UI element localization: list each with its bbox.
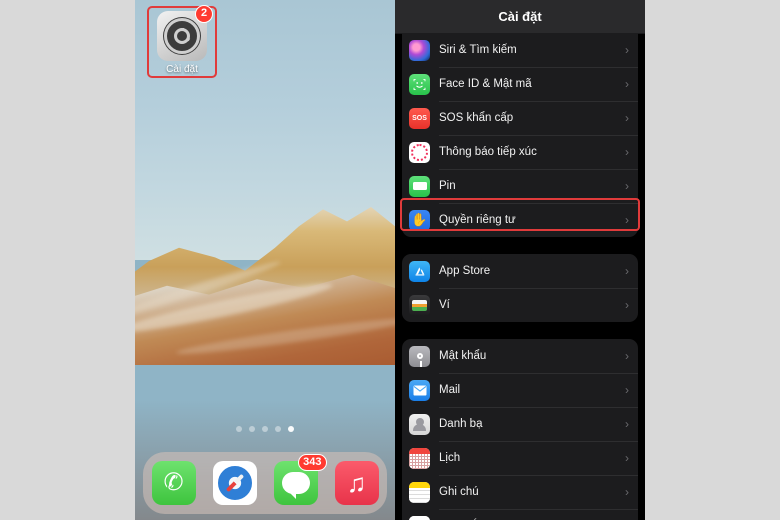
settings-row-sos[interactable]: SOS SOS khẩn cấp › <box>402 101 638 135</box>
row-label: Lịch <box>439 452 461 464</box>
settings-list: Siri & Tìm kiếm › Face ID & Mật mã › SOS <box>395 33 645 520</box>
page-dot[interactable] <box>249 426 255 432</box>
music-note-glyph: ♫ <box>346 468 367 498</box>
settings-app-icon-wrap[interactable]: 2 <box>157 5 213 61</box>
chevron-right-icon: › <box>625 145 629 159</box>
messages-badge: 343 <box>298 454 327 471</box>
key-glyph <box>416 353 423 367</box>
settings-row-mail[interactable]: Mail › <box>402 373 638 407</box>
row-label: Ví <box>439 299 450 311</box>
settings-row-contacts[interactable]: Danh bạ › <box>402 407 638 441</box>
page-dots[interactable] <box>135 426 395 432</box>
safari-needle <box>225 473 244 493</box>
settings-row-calendar[interactable]: Lịch › <box>402 441 638 475</box>
settings-row-passwords[interactable]: Mật khẩu › <box>402 339 638 373</box>
row-label: Mail <box>439 384 461 396</box>
settings-app-label: Cài đặt <box>166 64 198 75</box>
chevron-right-icon: › <box>625 298 629 312</box>
wallet-icon <box>409 294 430 316</box>
envelope-glyph <box>413 385 426 395</box>
reminders-icon <box>409 515 430 520</box>
page-dot-active[interactable] <box>288 426 294 432</box>
settings-row-faceid[interactable]: Face ID & Mật mã › <box>402 67 638 101</box>
calendar-grid <box>409 453 430 469</box>
sos-icon: SOS <box>409 107 430 129</box>
chevron-right-icon: › <box>625 264 629 278</box>
settings-panel: Cài đặt Siri & Tìm kiếm › Face ID & Mật … <box>395 0 645 520</box>
gear-glyph <box>163 17 201 55</box>
row-label: Ghi chú <box>439 486 479 498</box>
message-bubble <box>281 472 310 499</box>
iphone-home-screen: 2 Cài đặt ✆ 343 ♫ <box>135 0 395 520</box>
battery-icon <box>409 175 430 197</box>
settings-row-battery[interactable]: Pin › <box>402 169 638 203</box>
settings-header: Cài đặt <box>395 0 645 34</box>
row-label: Face ID & Mật mã <box>439 78 532 90</box>
settings-group-apps: Mật khẩu › Mail › Danh bạ › Lịch › Ghi c… <box>402 339 638 520</box>
settings-row-wallet[interactable]: Ví › <box>402 288 638 322</box>
page-title: Cài đặt <box>498 9 542 24</box>
mail-envelope-icon <box>409 379 430 401</box>
settings-row-appstore[interactable]: App Store › <box>402 254 638 288</box>
siri-icon <box>409 39 430 61</box>
messages-icon[interactable]: 343 <box>273 454 327 505</box>
notes-lines <box>409 487 430 503</box>
chevron-right-icon: › <box>625 451 629 465</box>
settings-group-system: Siri & Tìm kiếm › Face ID & Mật mã › SOS <box>402 33 638 237</box>
row-label: Thông báo tiếp xúc <box>439 146 537 158</box>
page-dot[interactable] <box>262 426 268 432</box>
row-label: Quyền riêng tư <box>439 214 516 226</box>
chevron-right-icon: › <box>625 417 629 431</box>
privacy-hand-icon: ✋ <box>409 209 430 231</box>
settings-row-privacy[interactable]: ✋ Quyền riêng tư › <box>402 203 638 237</box>
safari-compass <box>217 466 252 500</box>
row-label: Danh bạ <box>439 418 483 430</box>
app-store-icon <box>409 260 430 282</box>
dock: ✆ 343 ♫ <box>143 452 387 514</box>
faceid-icon <box>409 73 430 95</box>
music-icon[interactable]: ♫ <box>334 461 379 505</box>
settings-row-siri[interactable]: Siri & Tìm kiếm › <box>402 33 638 67</box>
phone-glyph: ✆ <box>163 469 184 496</box>
chevron-right-icon: › <box>625 77 629 91</box>
row-label: SOS khẩn cấp <box>439 112 514 124</box>
contact-person-glyph <box>413 417 426 431</box>
safari-icon[interactable] <box>212 461 257 505</box>
page-dot[interactable] <box>275 426 281 432</box>
settings-app-highlight-box[interactable]: 2 Cài đặt <box>147 5 217 78</box>
settings-badge: 2 <box>195 5 213 23</box>
chevron-right-icon: › <box>625 349 629 363</box>
settings-group-store: App Store › Ví › <box>402 254 638 322</box>
settings-row-reminders[interactable]: Lời nhắc › <box>402 509 638 520</box>
contacts-icon <box>409 413 430 435</box>
exposure-notification-icon <box>409 141 430 163</box>
settings-row-notes[interactable]: Ghi chú › <box>402 475 638 509</box>
page-dot[interactable] <box>236 426 242 432</box>
chevron-right-icon: › <box>625 213 629 227</box>
notes-icon <box>409 481 430 503</box>
wallet-card-glyph <box>412 299 427 311</box>
calendar-icon <box>409 447 430 469</box>
chevron-right-icon: › <box>625 179 629 193</box>
row-label: App Store <box>439 265 491 277</box>
row-label: Siri & Tìm kiếm <box>439 44 517 56</box>
phone-icon[interactable]: ✆ <box>151 461 196 505</box>
chevron-right-icon: › <box>625 485 629 499</box>
chevron-right-icon: › <box>625 383 629 397</box>
settings-row-exposure[interactable]: Thông báo tiếp xúc › <box>402 135 638 169</box>
row-label: Pin <box>439 180 456 192</box>
chevron-right-icon: › <box>625 43 629 57</box>
chevron-right-icon: › <box>625 111 629 125</box>
appstore-glyph <box>414 267 424 276</box>
row-label: Mật khẩu <box>439 350 487 362</box>
face-glyph <box>413 78 426 90</box>
passwords-key-icon <box>409 345 430 367</box>
